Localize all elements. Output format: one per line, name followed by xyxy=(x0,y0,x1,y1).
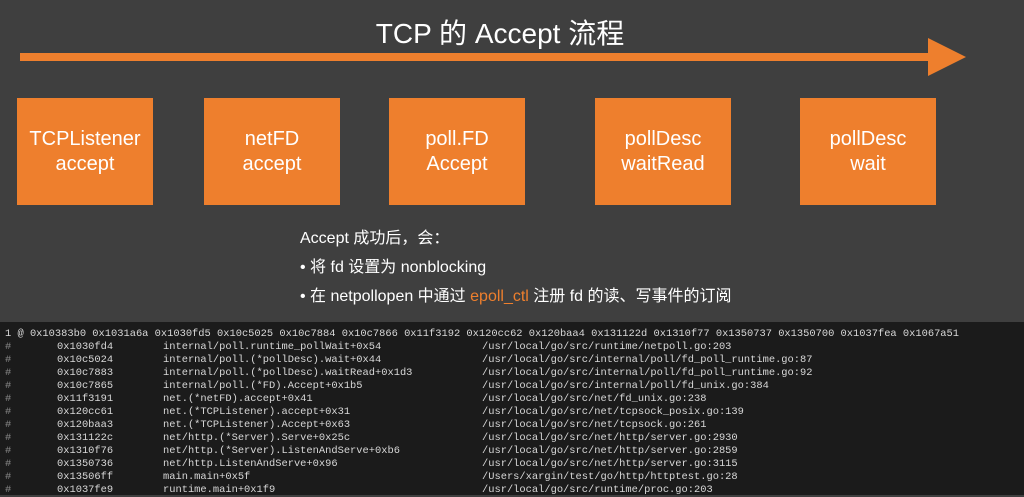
flow-arrow-icon xyxy=(20,38,966,76)
trace-addr: 0x13506ff xyxy=(57,471,114,483)
flow-step-line1: TCPListener xyxy=(29,127,141,150)
trace-func: net.(*TCPListener).Accept+0x63 xyxy=(163,419,351,431)
trace-mark: # xyxy=(5,419,12,431)
bullet-2-pre: • 在 netpollopen 中通过 xyxy=(300,288,471,305)
flow-step-line1: pollDesc xyxy=(829,127,907,150)
trace-addr: 0x1030fd4 xyxy=(57,341,114,353)
flow-step-line1: pollDesc xyxy=(624,127,702,150)
trace-header: 1 @ 0x10383b0 0x1031a6a 0x1030fd5 0x10c5… xyxy=(5,328,960,340)
trace-mark: # xyxy=(5,432,12,444)
trace-path: /usr/local/go/src/internal/poll/fd_poll_… xyxy=(482,354,813,366)
trace-func: internal/poll.(*pollDesc).wait+0x44 xyxy=(163,354,382,366)
trace-mark: # xyxy=(5,406,12,418)
flow-step-box: poll.FD Accept xyxy=(389,98,525,205)
notes-bullet-2: • 在 netpollopen 中通过 epoll_ctl 注册 fd 的读、写… xyxy=(300,282,732,311)
trace-mark: # xyxy=(5,471,12,483)
trace-func: internal/poll.(*FD).Accept+0x1b5 xyxy=(163,380,363,392)
trace-func: net.(*TCPListener).accept+0x31 xyxy=(163,406,351,418)
flow-step-box: pollDesc waitRead xyxy=(595,98,731,205)
trace-func: net/http.(*Server).ListenAndServe+0xb6 xyxy=(163,445,400,457)
bullet-2-highlight: epoll_ctl xyxy=(470,288,529,305)
flow-step-line2: accept xyxy=(55,152,115,175)
stack-trace-terminal: 1 @ 0x10383b0 0x1031a6a 0x1030fd5 0x10c5… xyxy=(0,322,1024,497)
trace-func: runtime.main+0x1f9 xyxy=(163,484,276,496)
trace-addr: 0x10c7883 xyxy=(57,367,114,379)
trace-path: /usr/local/go/src/net/tcpsock.go:261 xyxy=(482,419,707,431)
trace-path: /usr/local/go/src/net/http/server.go:311… xyxy=(482,458,738,470)
trace-addr: 0x131122c xyxy=(57,432,114,444)
trace-row: #0x1037fe9 runtime.main+0x1f9/usr/local/g… xyxy=(0,484,1024,497)
flow-step-line1: poll.FD xyxy=(425,127,489,150)
flow-step-line1: netFD xyxy=(244,127,300,150)
trace-path: /usr/local/go/src/runtime/proc.go:203 xyxy=(482,484,713,496)
trace-addr: 0x10c7865 xyxy=(57,380,114,392)
trace-path: /usr/local/go/src/net/fd_unix.go:238 xyxy=(482,393,707,405)
trace-path: /usr/local/go/src/net/http/server.go:285… xyxy=(482,445,738,457)
trace-path: /usr/local/go/src/internal/poll/fd_poll_… xyxy=(482,367,813,379)
trace-row: #0x120baa3 net.(*TCPListener).Accept+0x63… xyxy=(0,419,1024,432)
trace-row: #0x10c5024 internal/poll.(*pollDesc).wait… xyxy=(0,354,1024,367)
notes: Accept 成功后，会： • 将 fd 设置为 nonblocking • 在… xyxy=(300,224,732,311)
flow-step-box: TCPListener accept xyxy=(17,98,153,205)
trace-row: #0x10c7865 internal/poll.(*FD).Accept+0x1… xyxy=(0,380,1024,393)
trace-row: #0x11f3191 net.(*netFD).accept+0x41/usr/l… xyxy=(0,393,1024,406)
trace-addr: 0x10c5024 xyxy=(57,354,114,366)
trace-func: internal/poll.runtime_pollWait+0x54 xyxy=(163,341,382,353)
trace-mark: # xyxy=(5,445,12,457)
flow-step-box: netFD accept xyxy=(204,98,340,205)
trace-path: /usr/local/go/src/runtime/netpoll.go:203 xyxy=(482,341,732,353)
trace-func: main.main+0x5f xyxy=(163,471,251,483)
trace-row: #0x120cc61 net.(*TCPListener).accept+0x31… xyxy=(0,406,1024,419)
trace-row: #0x1030fd4 internal/poll.runtime_pollWait… xyxy=(0,341,1024,354)
trace-row: #0x10c7883 internal/poll.(*pollDesc).wait… xyxy=(0,367,1024,380)
flow-step-line2: waitRead xyxy=(621,152,705,175)
trace-mark: # xyxy=(5,341,12,353)
trace-func: net/http.ListenAndServe+0x96 xyxy=(163,458,338,470)
trace-mark: # xyxy=(5,367,12,379)
trace-path: /usr/local/go/src/internal/poll/fd_unix.… xyxy=(482,380,769,392)
bullet-2-post: 注册 fd 的读、写事件的订阅 xyxy=(528,288,732,305)
trace-mark: # xyxy=(5,354,12,366)
flow-step-line2: wait xyxy=(850,152,886,175)
flow-step-line2: accept xyxy=(242,152,302,175)
trace-path: /usr/local/go/src/net/http/server.go:293… xyxy=(482,432,738,444)
trace-mark: # xyxy=(5,393,12,405)
flow-step-line2: Accept xyxy=(426,152,488,175)
notes-bullet-1: • 将 fd 设置为 nonblocking xyxy=(300,259,487,276)
trace-path: /Users/xargin/test/go/http/httptest.go:2… xyxy=(482,471,738,483)
trace-addr: 0x1350736 xyxy=(57,458,114,470)
trace-path: /usr/local/go/src/net/tcpsock_posix.go:1… xyxy=(482,406,744,418)
trace-addr: 0x1310f76 xyxy=(57,445,114,457)
trace-addr: 0x120baa3 xyxy=(57,419,114,431)
trace-addr: 0x11f3191 xyxy=(57,393,114,405)
trace-func: net/http.(*Server).Serve+0x25c xyxy=(163,432,351,444)
trace-func: internal/poll.(*pollDesc).waitRead+0x1d3 xyxy=(163,367,413,379)
trace-row: #0x131122c net/http.(*Server).Serve+0x25c… xyxy=(0,432,1024,445)
trace-func: net.(*netFD).accept+0x41 xyxy=(163,393,313,405)
flow-step-box: pollDesc wait xyxy=(800,98,936,205)
trace-row: #0x1350736 net/http.ListenAndServe+0x96/u… xyxy=(0,458,1024,471)
trace-addr: 0x1037fe9 xyxy=(57,484,114,496)
trace-mark: # xyxy=(5,380,12,392)
trace-mark: # xyxy=(5,458,12,470)
trace-row: #0x1310f76 net/http.(*Server).ListenAndSe… xyxy=(0,445,1024,458)
notes-heading: Accept 成功后，会： xyxy=(300,230,450,247)
trace-mark: # xyxy=(5,484,12,496)
trace-row: #0x13506ff main.main+0x5f/Users/xargin/te… xyxy=(0,471,1024,484)
trace-addr: 0x120cc61 xyxy=(57,406,114,418)
